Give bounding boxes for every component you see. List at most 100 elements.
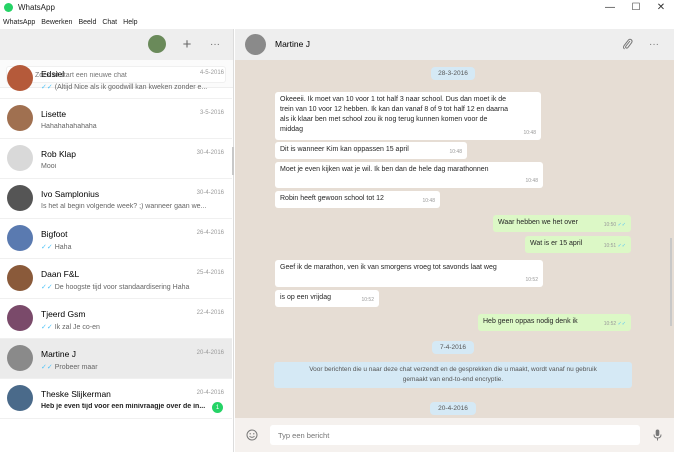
outgoing-message[interactable]: Heb geen oppas nodig denk ik 10:52 ✓✓ <box>478 314 631 331</box>
chat-list-item[interactable]: Theske Slijkerman 20-4-2016 Heb je even ti… <box>0 379 232 419</box>
chat-date: 26-4-2016 <box>196 230 224 236</box>
message-text: middag <box>280 126 303 133</box>
incoming-message[interactable]: is op een vrijdag 10:52 <box>275 290 379 307</box>
read-receipt-icon: ✓✓ <box>41 324 53 331</box>
incoming-message[interactable]: Robin heeft gewoon school tot 12 10:48 <box>275 191 440 208</box>
chat-list-item[interactable]: Lisette 3-5-2016 Hahahahahahaha <box>0 99 232 139</box>
message-input[interactable] <box>270 425 640 445</box>
title-bar: WhatsApp <box>0 0 674 15</box>
encryption-notice: Voor berichten die u naar deze chat verz… <box>274 362 632 388</box>
chat-date: 30-4-2016 <box>196 150 224 156</box>
chat-avatar <box>7 225 33 251</box>
message-time: 10:50 ✓✓ <box>604 220 626 230</box>
contact-avatar[interactable] <box>245 34 266 55</box>
chat-name: Tjeerd Gsm <box>41 309 86 319</box>
more-menu-icon[interactable]: ··· <box>206 35 224 53</box>
unread-badge: 1 <box>212 402 223 413</box>
chat-preview-text: Probeer maar <box>54 364 98 371</box>
contact-name[interactable]: Martine J <box>275 39 310 49</box>
message-time-text: 10:48 <box>422 198 435 204</box>
message-time-text: 10:50 <box>603 222 617 228</box>
incoming-message[interactable]: Geef ik de marathon, ven ik van smorgens… <box>275 260 543 287</box>
message-time-text: 10:48 <box>523 130 536 136</box>
chat-avatar <box>7 265 33 291</box>
chat-menu-icon[interactable]: ··· <box>646 36 662 52</box>
date-chip: 20-4-2016 <box>430 402 476 415</box>
chat-name: Rob Klap <box>41 149 76 159</box>
message-time-text: 10:51 <box>603 243 617 249</box>
menu-help[interactable]: Help <box>123 19 137 26</box>
chat-name: Theske Slijkerman <box>41 389 111 399</box>
read-receipt-icon: ✓✓ <box>616 222 626 228</box>
microphone-icon[interactable] <box>650 428 664 442</box>
chat-date: 20-4-2016 <box>196 350 224 356</box>
attach-icon[interactable] <box>619 36 635 52</box>
read-receipt-icon: ✓✓ <box>41 284 53 291</box>
message-time: 10:48 <box>449 147 462 157</box>
message-text: Okeeeii. Ik moet van 10 voor 1 tot half … <box>280 96 507 103</box>
chat-preview: ✓✓ Ik zal Je co-en <box>41 323 221 331</box>
encryption-notice-line: gemaakt van end-to-end encryptie. <box>402 376 504 383</box>
chat-list-item[interactable]: Edsiel 4-5-2016 ✓✓ (Altijd Nice als ik good… <box>0 59 232 99</box>
message-time-text: 10:48 <box>525 178 538 184</box>
chat-date: 20-4-2016 <box>196 390 224 396</box>
menu-bewerken[interactable]: Bewerken <box>41 19 72 26</box>
chat-name: Ivo Samplonius <box>41 189 100 199</box>
date-chip: 7-4-2016 <box>432 341 474 354</box>
whatsapp-logo-icon <box>4 3 13 12</box>
conversation-scrollbar[interactable] <box>670 238 672 326</box>
message-time-text: 10:48 <box>449 149 462 155</box>
read-receipt-icon: ✓✓ <box>41 244 53 251</box>
chat-preview: Hahahahahahaha <box>41 123 221 130</box>
sidebar-header: + ··· <box>0 29 233 60</box>
menu-chat[interactable]: Chat <box>102 19 117 26</box>
new-chat-icon[interactable]: + <box>178 35 196 53</box>
chat-preview: ✓✓ Probeer maar <box>41 363 221 371</box>
message-time-text: 10:52 <box>525 277 538 283</box>
chat-list-item[interactable]: Martine J 20-4-2016 ✓✓ Probeer maar <box>0 339 232 379</box>
read-receipt-icon: ✓✓ <box>616 243 626 249</box>
message-time: 10:48 <box>523 128 536 138</box>
message-time: 10:52 <box>361 295 374 305</box>
my-avatar[interactable] <box>148 35 166 53</box>
message-time: 10:52 <box>525 275 538 285</box>
chat-avatar <box>7 105 33 131</box>
message-text: Geef ik de marathon, ven ik van smorgens… <box>280 264 497 271</box>
chat-avatar <box>7 345 33 371</box>
message-time: 10:52 ✓✓ <box>604 319 626 329</box>
chat-list-item[interactable]: Rob Klap 30-4-2016 Mooi <box>0 139 232 179</box>
chat-preview-text: (Altijd Nice als ik goodwill kan kweken … <box>54 84 208 91</box>
chat-name: Daan F&L <box>41 269 80 279</box>
close-button[interactable]: ✕ <box>646 0 674 15</box>
message-text: Robin heeft gewoon school tot 12 <box>280 195 384 202</box>
chat-preview: ✓✓ Haha <box>41 243 221 251</box>
chat-list-item[interactable]: Bigfoot 26-4-2016 ✓✓ Haha <box>0 219 232 259</box>
message-text: trein van 10 voor 12 hebben. Ik kan dan … <box>280 106 509 113</box>
message-text: Moet je even kijken wat je wil. Ik ben d… <box>280 166 489 173</box>
menu-beeld[interactable]: Beeld <box>78 19 96 26</box>
outgoing-message[interactable]: Waar hebben we het over 10:50 ✓✓ <box>493 215 631 232</box>
message-text: Dit is wanneer Kim kan oppassen 15 april <box>280 146 409 153</box>
message-time-text: 10:52 <box>603 321 617 327</box>
chat-date: 25-4-2016 <box>196 270 224 276</box>
chat-list-item[interactable]: Tjeerd Gsm 22-4-2016 ✓✓ Ik zal Je co-en <box>0 299 232 339</box>
conversation-panel: Martine J ··· 28-3-2016 7-4-2016 Voor be… <box>235 29 674 452</box>
menu-bar: WhatsApp Bewerken Beeld Chat Help <box>0 15 674 29</box>
chat-list-item[interactable]: Daan F&L 25-4-2016 ✓✓ De hoogste tijd voor … <box>0 259 232 299</box>
incoming-message[interactable]: Moet je even kijken wat je wil. Ik ben d… <box>275 162 543 188</box>
incoming-message[interactable]: Okeeeii. Ik moet van 10 voor 1 tot half … <box>275 92 541 140</box>
chat-preview: ✓✓ De hoogste tijd voor standaardisering … <box>41 283 221 291</box>
menu-whatsapp[interactable]: WhatsApp <box>3 19 35 26</box>
message-text: is op een vrijdag <box>280 294 331 301</box>
read-receipt-icon: ✓✓ <box>616 321 626 327</box>
outgoing-message[interactable]: Wat is er 15 april 10:51 ✓✓ <box>525 236 631 253</box>
chat-list-item[interactable]: Ivo Samplonius 30-4-2016 Is het al begin v… <box>0 179 232 219</box>
message-time: 10:48 <box>422 196 435 206</box>
message-time: 10:48 <box>525 176 538 186</box>
incoming-message[interactable]: Dit is wanneer Kim kan oppassen 15 april… <box>275 142 467 159</box>
read-receipt-icon: ✓✓ <box>41 84 53 91</box>
emoji-icon[interactable] <box>245 428 259 442</box>
chat-avatar <box>7 185 33 211</box>
conversation-header: Martine J ··· <box>235 29 674 60</box>
sidebar-scrollbar[interactable] <box>232 147 234 175</box>
